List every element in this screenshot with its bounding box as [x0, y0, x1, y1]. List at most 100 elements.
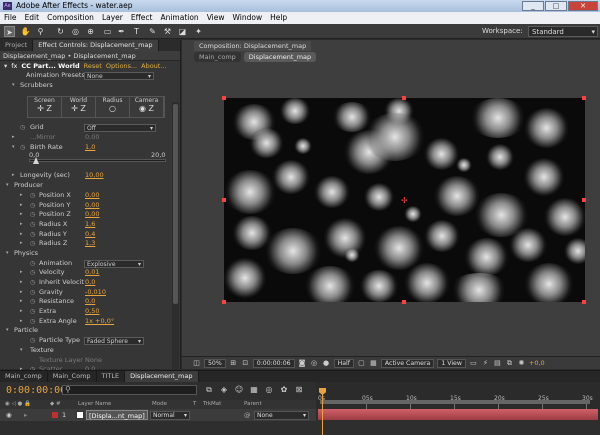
scrubber-camera[interactable]: Camera ◉ Z: [130, 97, 164, 117]
mask-visibility-icon[interactable]: ⊡: [241, 359, 250, 368]
stopwatch-icon[interactable]: ◷: [30, 336, 36, 346]
stopwatch-icon[interactable]: ◷: [30, 210, 36, 220]
tab-main-comp-2[interactable]: Main_Comp: [48, 371, 97, 382]
collapse-triangle-icon[interactable]: ▸: [20, 307, 26, 317]
layer-handle[interactable]: [582, 198, 586, 202]
stopwatch-icon[interactable]: ◷: [20, 123, 26, 133]
transparency-grid-icon[interactable]: ▦: [369, 359, 378, 368]
fx-badge[interactable]: fx: [11, 61, 17, 71]
resistance-value[interactable]: 0,0: [85, 297, 95, 307]
layer-name-header[interactable]: Layer Name: [78, 400, 111, 409]
tab-project[interactable]: Project: [0, 40, 34, 51]
brainstorm-icon[interactable]: ✿: [279, 385, 289, 395]
tab-main-comp[interactable]: Main_comp: [0, 371, 48, 382]
stopwatch-icon[interactable]: ◷: [30, 268, 36, 278]
about-link[interactable]: About...: [141, 61, 166, 71]
layer-name[interactable]: [Displa...nt_map]: [86, 410, 148, 420]
menu-layer[interactable]: Layer: [98, 12, 127, 24]
subtab-main-comp[interactable]: Main_comp: [194, 52, 241, 62]
stopwatch-icon[interactable]: ◷: [30, 201, 36, 211]
expand-triangle-icon[interactable]: ▾: [6, 326, 12, 336]
layer-handle[interactable]: [222, 300, 226, 304]
collapse-triangle-icon[interactable]: ▸: [20, 201, 26, 211]
stopwatch-icon[interactable]: ◷: [30, 278, 36, 288]
extra-angle-value[interactable]: 1x +0,0°: [85, 317, 114, 327]
radius-x-value[interactable]: 1,6: [85, 220, 95, 230]
zoom-tool-icon[interactable]: ⚲: [35, 26, 46, 37]
tab-displacement-map[interactable]: Displacement_map: [125, 371, 199, 382]
menu-file[interactable]: File: [0, 12, 21, 24]
reset-link[interactable]: Reset: [84, 61, 102, 71]
slider-knob[interactable]: [33, 157, 39, 164]
particle-group[interactable]: ▾ Particle: [0, 326, 180, 336]
menu-window[interactable]: Window: [229, 12, 267, 24]
expand-triangle-icon[interactable]: ▾: [20, 346, 26, 356]
clone-stamp-tool-icon[interactable]: ⚒: [162, 26, 173, 37]
frame-blending-icon[interactable]: ▦: [249, 385, 259, 395]
minimize-button[interactable]: _: [522, 1, 544, 11]
collapse-triangle-icon[interactable]: ▸: [20, 191, 26, 201]
collapse-triangle-icon[interactable]: ▸: [20, 317, 26, 327]
scrubbers-group[interactable]: ▾ Scrubbers: [0, 81, 180, 91]
subtab-displacement-map[interactable]: Displacement_map: [243, 52, 317, 62]
position-x-value[interactable]: 0,00: [85, 191, 99, 201]
collapse-triangle-icon[interactable]: ▸: [12, 133, 18, 143]
longevity-value[interactable]: 10,00: [85, 171, 104, 181]
stopwatch-icon[interactable]: ◷: [20, 143, 26, 153]
extra-value[interactable]: 0,50: [85, 307, 99, 317]
menu-animation[interactable]: Animation: [156, 12, 202, 24]
scrubber-radius[interactable]: Radius ○: [96, 97, 130, 117]
expand-layer-icon[interactable]: ▸: [24, 409, 27, 421]
always-preview-icon[interactable]: ◫: [192, 359, 201, 368]
options-link[interactable]: Options...: [106, 61, 137, 71]
pick-whip-icon[interactable]: @: [244, 409, 251, 421]
birth-rate-slider[interactable]: [29, 157, 166, 164]
texture-group[interactable]: ▾ Texture: [0, 346, 180, 356]
puppet-tool-icon[interactable]: ✦: [193, 26, 204, 37]
expand-triangle-icon[interactable]: ▾: [12, 143, 18, 153]
radius-z-value[interactable]: 1,3: [85, 239, 95, 249]
layer-parent-select[interactable]: None: [254, 410, 309, 420]
eraser-tool-icon[interactable]: ◪: [177, 26, 188, 37]
camera-select[interactable]: Active Camera: [380, 358, 435, 368]
expand-triangle-icon[interactable]: ▾: [12, 81, 18, 91]
layer-handle[interactable]: [222, 96, 226, 100]
mode-header[interactable]: Mode: [152, 400, 167, 409]
stopwatch-icon[interactable]: ◷: [30, 317, 36, 327]
work-area-bar[interactable]: [320, 400, 590, 404]
disclosure-triangle-icon[interactable]: ▾: [4, 61, 7, 71]
expand-triangle-icon[interactable]: ▾: [6, 249, 12, 259]
layer-handle[interactable]: [582, 300, 586, 304]
maximize-button[interactable]: □: [545, 1, 567, 11]
flowchart-icon[interactable]: ⧉: [505, 359, 514, 368]
radius-y-value[interactable]: 0,4: [85, 230, 95, 240]
motion-blur-icon[interactable]: ◎: [264, 385, 274, 395]
exposure-icon[interactable]: ✺: [517, 359, 526, 368]
stopwatch-icon[interactable]: ◷: [30, 220, 36, 230]
collapse-triangle-icon[interactable]: ▸: [20, 230, 26, 240]
layer-row[interactable]: ◉ ▸ 1 [Displa...nt_map] Normal @ None: [0, 409, 316, 421]
shy-layers-icon[interactable]: ☺: [234, 385, 244, 395]
physics-group[interactable]: ▾ Physics: [0, 249, 180, 259]
selection-tool-icon[interactable]: ➤: [4, 26, 15, 37]
stopwatch-icon[interactable]: ◷: [30, 259, 36, 269]
label-color-swatch[interactable]: [52, 412, 58, 418]
collapse-triangle-icon[interactable]: ▸: [20, 297, 26, 307]
safe-zones-icon[interactable]: ⊞: [229, 359, 238, 368]
view-layout-select[interactable]: 1 View: [437, 358, 466, 368]
pixel-aspect-icon[interactable]: ▭: [469, 359, 478, 368]
collapse-triangle-icon[interactable]: ▸: [20, 210, 26, 220]
resolution-select[interactable]: Half: [333, 358, 354, 368]
collapse-triangle-icon[interactable]: ▸: [20, 288, 26, 298]
camera-tool-icon[interactable]: ◎: [70, 26, 81, 37]
position-z-value[interactable]: 0,00: [85, 210, 99, 220]
expand-triangle-icon[interactable]: ▾: [6, 181, 12, 191]
timeline-timecode[interactable]: 0:00:00:06: [6, 385, 66, 396]
collapse-triangle-icon[interactable]: ▸: [12, 171, 18, 181]
stopwatch-icon[interactable]: ◷: [30, 297, 36, 307]
region-of-interest-icon[interactable]: ▢: [357, 359, 366, 368]
trkmat-header[interactable]: TrkMat: [203, 400, 221, 409]
gravity-value[interactable]: -0,010: [85, 288, 106, 298]
scrollbar-thumb[interactable]: [173, 104, 178, 304]
grid-select[interactable]: Off: [84, 124, 156, 133]
